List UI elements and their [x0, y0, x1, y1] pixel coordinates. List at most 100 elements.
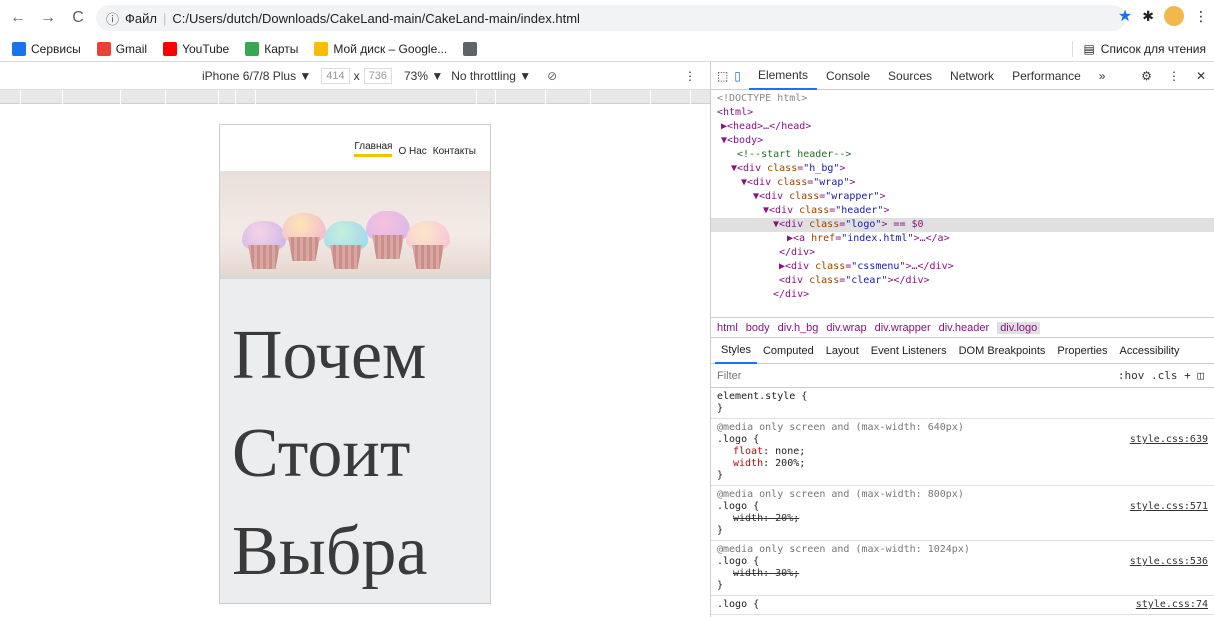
nav-link-contacts[interactable]: Контакты — [433, 146, 476, 157]
devtools-tab[interactable]: Sources — [879, 62, 941, 90]
filter-controls[interactable]: :hov .cls + ◫ — [1118, 369, 1204, 382]
reading-list-icon: ▤ — [1083, 42, 1095, 56]
dom-node[interactable]: <!--start header--> — [711, 148, 1214, 162]
dom-node[interactable]: ▼<div class="h_bg"> — [711, 162, 1214, 176]
styles-subtab[interactable]: Event Listeners — [865, 338, 953, 364]
cupcake-image — [242, 221, 286, 269]
rule-close: } — [717, 580, 724, 591]
devtools-tab[interactable]: » — [1090, 62, 1115, 90]
reload-icon[interactable]: C — [66, 6, 90, 30]
height-input[interactable]: 736 — [363, 67, 392, 84]
styles-subtab[interactable]: Layout — [820, 338, 865, 364]
devtools-tab[interactable]: Elements — [748, 62, 817, 90]
address-bar[interactable]: ⓘ Файл | C:/Users/dutch/Downloads/CakeLa… — [96, 5, 1126, 31]
settings-icon[interactable]: ⚙ — [1141, 69, 1152, 83]
dom-node[interactable]: ▼<div class="wrap"> — [711, 176, 1214, 190]
css-property[interactable]: float: none; — [717, 446, 1208, 458]
dom-node[interactable]: ▼<div class="wrapper"> — [711, 190, 1214, 204]
throttle-select[interactable]: No throttling ▼ — [451, 69, 531, 83]
source-link[interactable]: style.css:74 — [1136, 599, 1208, 611]
styles-subtab[interactable]: Properties — [1051, 338, 1113, 364]
heading-line: Почем — [232, 317, 427, 394]
css-property[interactable]: width: 20%; — [717, 513, 1208, 525]
breadcrumb-item[interactable]: div.wrap — [826, 322, 866, 334]
bookmark-icon — [245, 41, 260, 56]
dom-node[interactable]: </div> — [711, 246, 1214, 260]
close-icon[interactable]: ✕ — [1196, 69, 1206, 83]
styles-subtab-bar: Styles Computed Layout Event Listeners DOM B… — [711, 338, 1214, 364]
breadcrumb-item[interactable]: body — [746, 322, 770, 334]
dom-node[interactable]: ▶<div class="cssmenu">…</div> — [711, 260, 1214, 274]
devtools-tab-bar: ⬚ ▯ Elements Console Sources Network Perform… — [711, 62, 1214, 90]
bookmark-star-icon[interactable]: ★ — [1118, 6, 1132, 26]
devtools-panel: ⬚ ▯ Elements Console Sources Network Perform… — [710, 62, 1214, 617]
breadcrumb-item[interactable]: div.logo — [997, 321, 1041, 334]
breadcrumb-item[interactable]: div.header — [939, 322, 990, 334]
url-text[interactable]: C:/Users/dutch/Downloads/CakeLand-main/C… — [172, 11, 580, 26]
hero-image — [220, 171, 490, 279]
more-options-icon[interactable]: ⋮ — [684, 69, 696, 83]
dom-node[interactable]: ▼<body> — [711, 134, 1214, 148]
css-property[interactable]: width: 30%; — [717, 568, 1208, 580]
devtools-tab[interactable]: Network — [941, 62, 1003, 90]
css-selector[interactable]: .logo { — [717, 599, 1208, 611]
rule-close: } — [717, 525, 724, 536]
styles-subtab[interactable]: Computed — [757, 338, 820, 364]
bookmark-icon — [314, 41, 329, 56]
bookmark-item[interactable] — [463, 41, 482, 56]
avatar[interactable] — [1164, 6, 1184, 26]
dom-tree[interactable]: <!DOCTYPE html> <html> ▶<head>…</head> ▼<bo… — [711, 90, 1214, 318]
css-selector[interactable]: element.style { — [717, 391, 1208, 403]
filter-input[interactable]: Filter — [717, 370, 741, 382]
dom-node[interactable]: ▼<div class="header"> — [711, 204, 1214, 218]
cupcake-image — [366, 211, 410, 259]
devtools-menu-icon[interactable]: ⋮ — [1168, 69, 1180, 83]
source-link[interactable]: style.css:571 — [1130, 501, 1208, 513]
inspect-icon[interactable]: ⬚ — [717, 69, 728, 83]
style-rules: element.style {} @media only screen and (… — [711, 388, 1214, 615]
bookmark-item[interactable]: Карты — [245, 41, 298, 56]
bookmark-item[interactable]: Мой диск – Google... — [314, 41, 447, 56]
style-rule: .logo {style.css:74 — [711, 596, 1214, 615]
dom-node[interactable]: ▶<head>…</head> — [711, 120, 1214, 134]
breadcrumb-item[interactable]: html — [717, 322, 738, 334]
bookmark-icon — [163, 41, 178, 56]
nav-link-home[interactable]: Главная — [354, 141, 393, 157]
styles-subtab[interactable]: Accessibility — [1114, 338, 1186, 364]
forward-icon[interactable]: → — [36, 6, 60, 30]
source-link[interactable]: style.css:536 — [1130, 556, 1208, 568]
dom-node[interactable]: ▶<a href="index.html">…</a> — [711, 232, 1214, 246]
info-icon[interactable]: ⓘ — [106, 9, 119, 28]
styles-subtab[interactable]: DOM Breakpoints — [953, 338, 1052, 364]
menu-icon[interactable]: ⋮ — [1194, 8, 1208, 25]
dom-node[interactable]: <!DOCTYPE html> — [711, 92, 1214, 106]
device-select[interactable]: iPhone 6/7/8 Plus ▼ — [202, 69, 311, 83]
source-link[interactable]: style.css:639 — [1130, 434, 1208, 446]
dom-node[interactable]: </div> — [711, 288, 1214, 302]
devtools-tab[interactable]: Console — [817, 62, 879, 90]
css-property[interactable]: width: 200%; — [717, 458, 1208, 470]
style-rule: @media only screen and (max-width: 1024p… — [711, 541, 1214, 596]
bookmark-item[interactable]: YouTube — [163, 41, 229, 56]
site-header: Главная О Нас Контакты — [220, 125, 490, 171]
dom-node[interactable]: ▼<div class="logo"> == $0 — [711, 218, 1214, 232]
width-input[interactable]: 414 — [321, 67, 350, 84]
back-icon[interactable]: ← — [6, 6, 30, 30]
bookmark-item[interactable]: Сервисы — [12, 41, 81, 56]
reading-list[interactable]: ▤ Список для чтения — [1072, 41, 1206, 57]
dom-node[interactable]: <html> — [711, 106, 1214, 120]
dom-node[interactable]: <div class="clear"></div> — [711, 274, 1214, 288]
rotate-icon[interactable]: ⊘ — [547, 69, 557, 83]
nav-link-about[interactable]: О Нас — [398, 146, 426, 157]
media-query: @media only screen and (max-width: 1024p… — [717, 544, 970, 555]
breadcrumb-item[interactable]: div.wrapper — [875, 322, 931, 334]
extensions-icon[interactable]: ✱ — [1142, 8, 1154, 25]
styles-subtab[interactable]: Styles — [715, 338, 757, 364]
devtools-tab[interactable]: Performance — [1003, 62, 1090, 90]
breadcrumb-item[interactable]: div.h_bg — [778, 322, 819, 334]
zoom-select[interactable]: 73% ▼ — [404, 69, 443, 83]
media-query-ruler[interactable] — [0, 90, 710, 104]
bookmark-item[interactable]: Gmail — [96, 41, 147, 56]
device-toggle-icon[interactable]: ▯ — [734, 69, 741, 83]
styles-filter[interactable]: Filter :hov .cls + ◫ — [711, 364, 1214, 388]
